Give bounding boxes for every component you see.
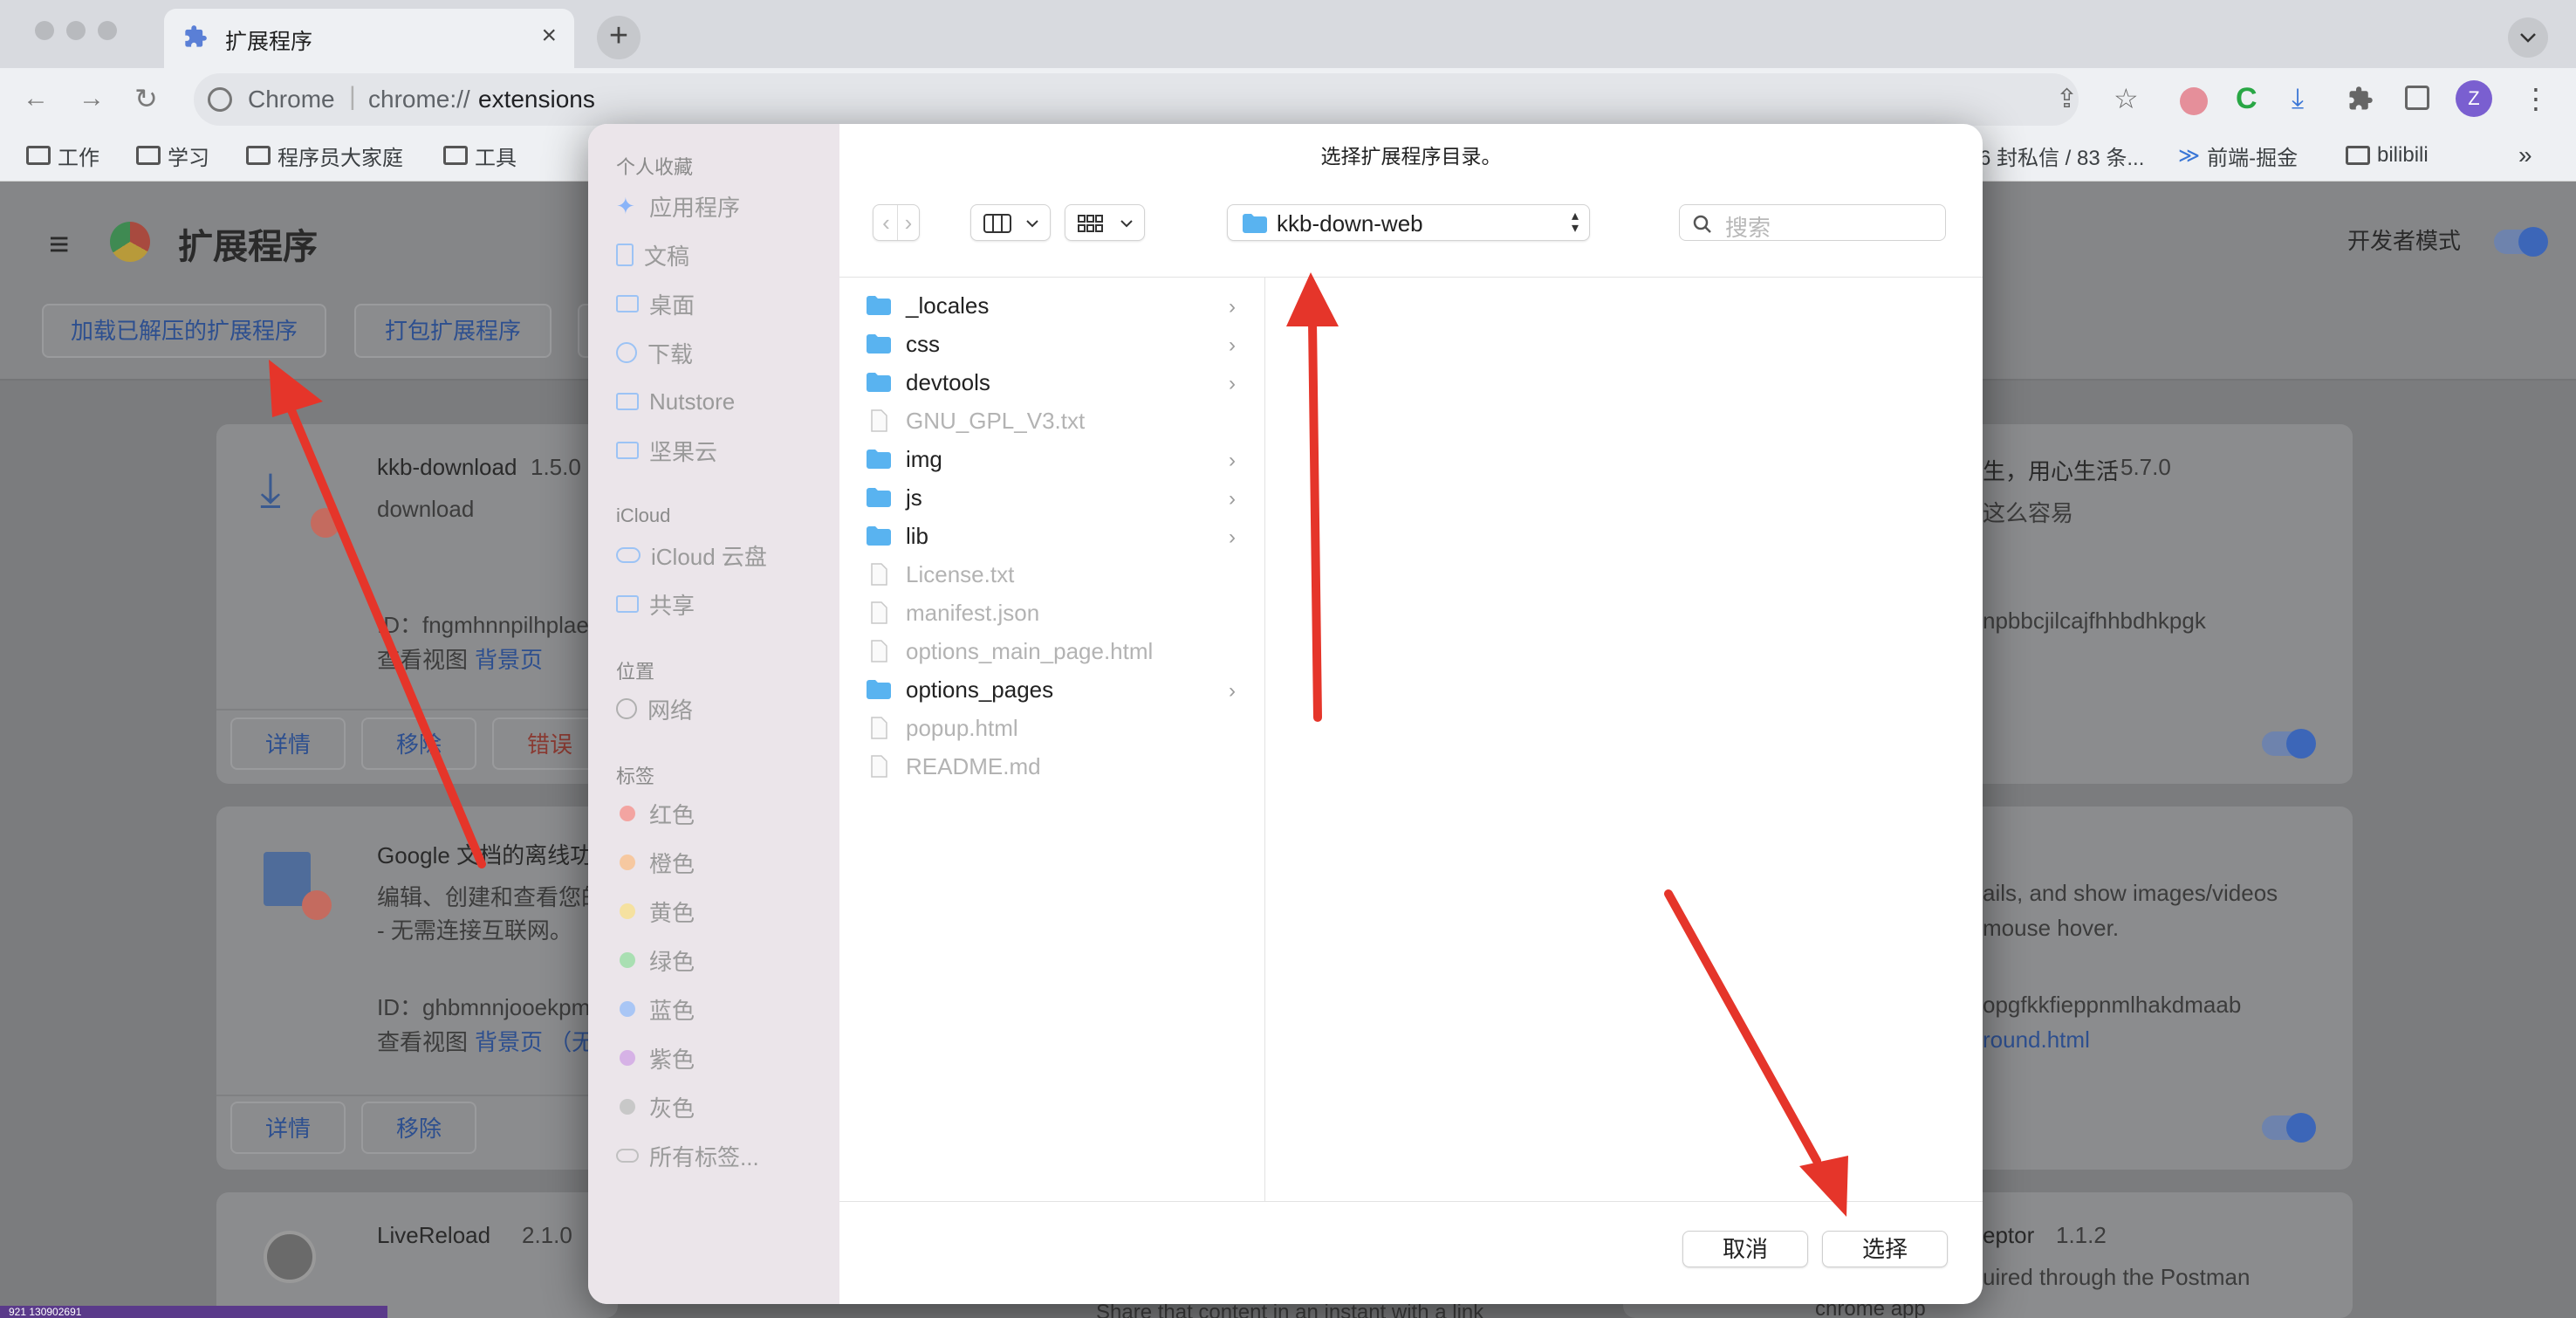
annotation-arrowhead xyxy=(1286,272,1339,326)
annotation-arrow xyxy=(1308,317,1322,722)
annotation-arrows xyxy=(269,272,1848,1217)
annotation-arrowhead xyxy=(269,360,323,417)
annotation-arrow xyxy=(287,406,486,868)
annotation-arrow xyxy=(1664,889,1821,1165)
annotation-arrowhead xyxy=(1799,1156,1848,1217)
